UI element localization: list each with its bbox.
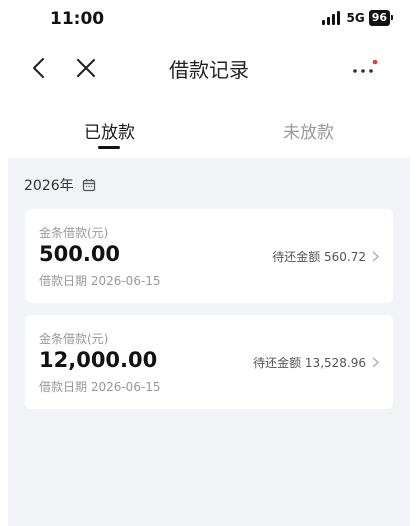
loan-list-area: 2026年 金条借款(元) 500.00 借款日期 2026-06-15 待还金… xyxy=(8,158,410,526)
more-dots-icon xyxy=(353,59,378,73)
calendar-icon xyxy=(82,179,95,192)
loan-type: 金条借款(元) xyxy=(39,332,109,346)
chevron-right-icon xyxy=(372,357,379,368)
repay-amount: 待还金额 560.72 xyxy=(272,250,366,264)
chevron-left-icon xyxy=(33,58,44,78)
tab-indicator xyxy=(98,146,120,149)
loan-date: 借款日期 2026-06-15 xyxy=(39,380,161,394)
year-selector[interactable]: 2026年 xyxy=(24,175,96,195)
repay-amount: 待还金额 13,528.96 xyxy=(253,356,366,370)
network-label: 5G xyxy=(346,11,365,25)
close-button[interactable] xyxy=(74,56,98,80)
tab-disbursed[interactable]: 已放款 xyxy=(84,118,135,143)
tab-not-disbursed[interactable]: 未放款 xyxy=(283,118,334,143)
loan-card[interactable]: 金条借款(元) 500.00 借款日期 2026-06-15 待还金额 560.… xyxy=(25,209,393,303)
more-button[interactable] xyxy=(350,58,380,78)
repay-amount-link[interactable]: 待还金额 560.72 xyxy=(272,248,379,265)
notification-dot xyxy=(372,59,378,65)
status-time: 11:00 xyxy=(50,9,105,29)
loan-card[interactable]: 金条借款(元) 12,000.00 借款日期 2026-06-15 待还金额 1… xyxy=(25,315,393,409)
close-icon xyxy=(77,59,95,77)
tab-bar: 已放款 未放款 xyxy=(0,100,418,158)
loan-amount: 500.00 xyxy=(39,242,121,266)
signal-icon xyxy=(322,11,341,25)
back-button[interactable] xyxy=(28,56,52,80)
nav-bar: 借款记录 xyxy=(0,40,418,96)
chevron-right-icon xyxy=(372,251,379,262)
battery-icon: 96 xyxy=(368,10,394,26)
loan-date: 借款日期 2026-06-15 xyxy=(39,274,161,288)
status-icons: 5G 96 xyxy=(322,10,394,26)
loan-type: 金条借款(元) xyxy=(39,226,109,240)
loan-amount: 12,000.00 xyxy=(39,348,158,372)
status-bar: 11:00 5G 96 xyxy=(0,0,418,40)
year-label: 2026年 xyxy=(24,178,74,194)
repay-amount-link[interactable]: 待还金额 13,528.96 xyxy=(253,354,379,371)
